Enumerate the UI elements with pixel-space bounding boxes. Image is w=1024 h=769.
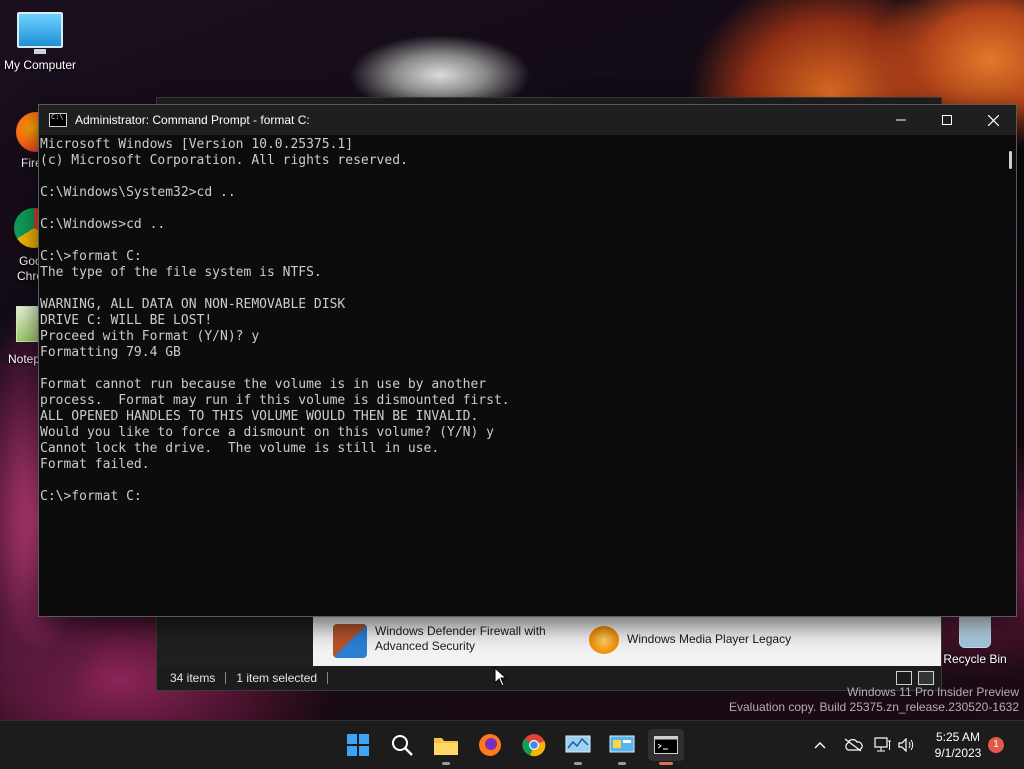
list-item-label: Windows Media Player Legacy xyxy=(627,632,792,646)
console-line: ALL OPENED HANDLES TO THIS VOLUME WOULD … xyxy=(40,409,479,424)
firewall-icon xyxy=(333,624,367,658)
taskbar-chrome[interactable] xyxy=(518,729,550,761)
notification-badge[interactable]: 1 xyxy=(988,737,1004,753)
tiles-view-icon[interactable] xyxy=(918,671,934,685)
watermark-line: Windows 11 Pro Insider Preview xyxy=(847,685,1019,699)
monitor-icon xyxy=(17,12,63,54)
desktop-icon-recycle-bin[interactable]: Recycle Bin xyxy=(940,612,1010,666)
speaker-icon xyxy=(898,738,914,752)
list-item-firewall[interactable]: Windows Defender Firewall with Advanced … xyxy=(333,624,546,658)
cloud-offline-icon xyxy=(844,738,863,752)
taskbar-firefox[interactable] xyxy=(474,729,506,761)
control-panel-icon xyxy=(609,735,635,753)
console-line: Format cannot run because the volume is … xyxy=(40,377,487,392)
taskbar-control-panel[interactable] xyxy=(606,729,638,765)
console-line: process. Format may run if this volume i… xyxy=(40,393,510,408)
console-line: The type of the file system is NTFS. xyxy=(40,265,322,280)
search-button[interactable] xyxy=(386,729,418,761)
list-item-label: Windows Defender Firewall with xyxy=(375,624,546,638)
console-output[interactable]: Microsoft Windows [Version 10.0.25375.1]… xyxy=(40,137,1000,613)
monitor-chart-icon xyxy=(565,735,591,753)
watermark-line: Evaluation copy. Build 25375.zn_release.… xyxy=(729,700,1019,714)
title-bar[interactable]: Administrator: Command Prompt - format C… xyxy=(39,105,1016,135)
close-icon xyxy=(987,114,999,126)
console-line: (c) Microsoft Corporation. All rights re… xyxy=(40,153,408,168)
minimize-button[interactable] xyxy=(878,105,924,135)
media-player-icon xyxy=(589,626,619,654)
taskbar-file-explorer[interactable] xyxy=(430,729,462,765)
start-button[interactable] xyxy=(342,729,374,761)
console-line: WARNING, ALL DATA ON NON-REMOVABLE DISK xyxy=(40,297,346,312)
active-indicator xyxy=(659,762,673,765)
control-panel-items: Windows Defender Firewall with Advanced … xyxy=(313,616,941,666)
terminal-icon xyxy=(654,736,678,754)
chevron-up-icon xyxy=(814,742,826,749)
volume-tray[interactable] xyxy=(897,721,917,769)
console-line: C:\>format C: xyxy=(40,249,142,264)
network-tray[interactable] xyxy=(873,721,893,769)
mouse-cursor-icon xyxy=(494,667,508,687)
console-line: C:\Windows\System32>cd .. xyxy=(40,185,236,200)
command-prompt-window[interactable]: Administrator: Command Prompt - format C… xyxy=(38,104,1017,617)
console-line: Would you like to force a dismount on th… xyxy=(40,425,494,440)
firefox-icon xyxy=(479,734,501,756)
desktop-icon-label: Recycle Bin xyxy=(943,652,1007,666)
desktop-icon-label: My Computer xyxy=(3,58,77,72)
show-hidden-icons-button[interactable] xyxy=(810,721,830,769)
list-item-label: Advanced Security xyxy=(375,639,476,653)
close-button[interactable] xyxy=(970,105,1016,135)
search-icon xyxy=(392,735,413,756)
console-line: Proceed with Format (Y/N)? y xyxy=(40,329,260,344)
console-line: Format failed. xyxy=(40,457,150,472)
network-icon xyxy=(874,737,891,752)
status-item-count: 34 items xyxy=(170,671,216,685)
folder-icon xyxy=(434,738,458,755)
console-line: Cannot lock the drive. The volume is sti… xyxy=(40,441,440,456)
console-line: C:\Windows>cd .. xyxy=(40,217,166,232)
taskbar-resource-monitor[interactable] xyxy=(562,729,594,765)
details-view-icon[interactable] xyxy=(896,671,912,685)
windows-watermark: Windows 11 Pro Insider Preview Evaluatio… xyxy=(729,685,1019,715)
status-separator xyxy=(327,672,329,684)
console-line: Formatting 79.4 GB xyxy=(40,345,181,360)
clock-time: 5:25 AM xyxy=(935,730,981,744)
clock[interactable]: 5:25 AM 9/1/2023 xyxy=(928,729,988,761)
cmd-app-icon[interactable] xyxy=(49,113,67,127)
maximize-icon xyxy=(942,115,952,125)
taskbar-command-prompt[interactable] xyxy=(648,729,684,765)
desktop-icon-label: Notep xyxy=(8,352,41,366)
running-indicator xyxy=(574,762,582,765)
running-indicator xyxy=(618,762,626,765)
maximize-button[interactable] xyxy=(924,105,970,135)
taskbar: 5:25 AM 9/1/2023 1 xyxy=(0,720,1024,769)
minimize-icon xyxy=(896,119,906,121)
window-title: Administrator: Command Prompt - format C… xyxy=(75,113,310,127)
windows-logo-icon xyxy=(347,734,369,756)
clock-date: 9/1/2023 xyxy=(934,746,982,760)
desktop-icon-my-computer[interactable]: My Computer xyxy=(0,12,80,72)
vertical-scrollbar[interactable] xyxy=(1009,151,1012,169)
status-selected: 1 item selected xyxy=(236,671,318,685)
list-item-media-player[interactable]: Windows Media Player Legacy xyxy=(589,626,792,654)
console-line: C:\>format C: xyxy=(40,489,142,504)
recycle-bin-icon xyxy=(959,612,991,648)
running-indicator xyxy=(442,762,450,765)
console-line: DRIVE C: WILL BE LOST! xyxy=(40,313,213,328)
onedrive-tray[interactable] xyxy=(842,721,864,769)
chrome-icon xyxy=(522,734,546,757)
console-line: Microsoft Windows [Version 10.0.25375.1] xyxy=(40,137,354,152)
